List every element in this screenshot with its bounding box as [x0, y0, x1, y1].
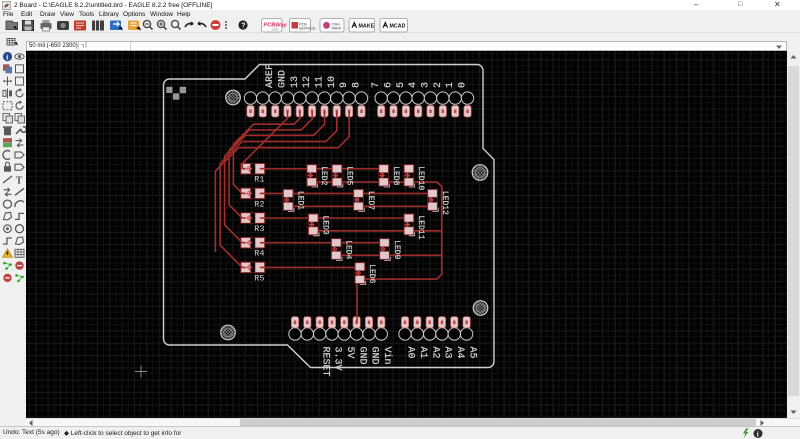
svg-text:A2: A2 — [429, 346, 440, 358]
svg-text:13: 13 — [290, 75, 301, 87]
svg-text:5V: 5V — [344, 346, 355, 358]
svg-text:T: T — [16, 175, 23, 186]
svg-text:Vin: Vin — [381, 346, 393, 364]
svg-text:A1: A1 — [417, 346, 428, 358]
svg-text:LED3: LED3 — [321, 215, 330, 234]
svg-text:4: 4 — [408, 81, 419, 87]
svg-text:AREF: AREF — [265, 63, 276, 87]
svg-text:2: 2 — [433, 81, 444, 87]
svg-text:RESET: RESET — [319, 346, 330, 376]
svg-text:3.3V: 3.3V — [332, 346, 343, 370]
svg-text:LED2: LED2 — [319, 166, 328, 185]
svg-text:A3: A3 — [442, 346, 453, 358]
svg-text:5: 5 — [396, 81, 407, 87]
svg-text:MCAD: MCAD — [390, 23, 406, 29]
svg-text:6: 6 — [384, 81, 395, 87]
svg-text:8: 8 — [351, 81, 362, 87]
svg-text:LED7: LED7 — [366, 190, 375, 209]
svg-text:7: 7 — [371, 81, 382, 87]
svg-text:A0: A0 — [405, 346, 416, 358]
svg-text:R3: R3 — [254, 224, 264, 234]
svg-text:12: 12 — [302, 75, 313, 87]
svg-text:MAKE: MAKE — [359, 23, 375, 29]
svg-text:i: i — [6, 53, 8, 61]
svg-text:GND: GND — [277, 69, 288, 87]
svg-text:1: 1 — [445, 81, 456, 87]
svg-text:GND: GND — [369, 346, 380, 364]
svg-text:LED1: LED1 — [296, 190, 305, 209]
svg-text:LED10: LED10 — [416, 166, 425, 190]
svg-text:A4: A4 — [454, 346, 465, 358]
svg-text:LED5: LED5 — [344, 166, 353, 185]
svg-text:LED6: LED6 — [367, 264, 376, 283]
svg-text:LED11: LED11 — [416, 215, 425, 239]
svg-text:LED12: LED12 — [440, 190, 449, 214]
svg-text:.com: .com — [271, 28, 279, 32]
svg-text:LED9: LED9 — [392, 240, 401, 259]
svg-text:?: ? — [241, 23, 245, 30]
svg-text:R5: R5 — [254, 273, 264, 283]
svg-text:11: 11 — [314, 75, 325, 87]
svg-text:PARK: PARK — [332, 27, 343, 31]
svg-text:10: 10 — [327, 75, 338, 87]
svg-text:LED8: LED8 — [391, 166, 400, 185]
svg-text:3: 3 — [421, 81, 432, 87]
svg-text:9: 9 — [339, 81, 350, 87]
svg-text:LED4: LED4 — [344, 240, 353, 259]
svg-text:SERVICE: SERVICE — [299, 27, 316, 31]
svg-text:i: i — [757, 430, 759, 438]
svg-text:0: 0 — [458, 81, 469, 87]
svg-text:R1: R1 — [254, 174, 264, 184]
svg-text:A5: A5 — [466, 346, 477, 358]
svg-text:R2: R2 — [254, 199, 264, 209]
svg-text:GND: GND — [356, 346, 367, 364]
svg-text:R4: R4 — [254, 248, 264, 258]
